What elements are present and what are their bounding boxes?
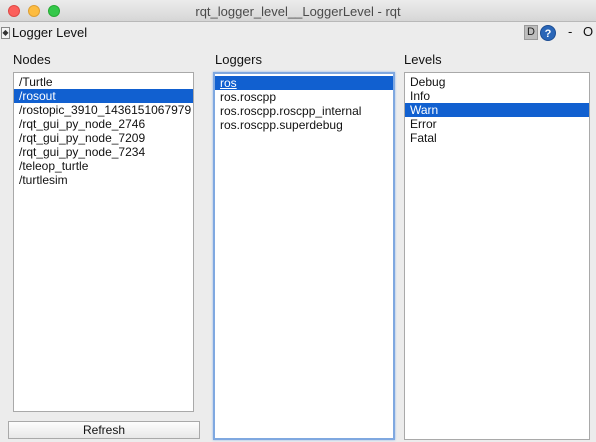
nodes-label: Nodes — [13, 52, 51, 67]
minimize-plugin-button[interactable]: - — [568, 24, 572, 39]
levels-label: Levels — [404, 52, 442, 67]
node-list-item[interactable]: /rqt_gui_py_node_7234 — [14, 145, 193, 159]
level-list-item[interactable]: Error — [405, 117, 589, 131]
window-title: rqt_logger_level__LoggerLevel - rqt — [195, 4, 401, 19]
logger-list-item[interactable]: ros.roscpp.roscpp_internal — [215, 104, 393, 118]
node-list-item[interactable]: /rqt_gui_py_node_2746 — [14, 117, 193, 131]
level-list-item[interactable]: Info — [405, 89, 589, 103]
level-list-item[interactable]: Warn — [405, 103, 589, 117]
logger-list-item[interactable]: ros — [215, 76, 393, 90]
window-titlebar: rqt_logger_level__LoggerLevel - rqt — [0, 0, 596, 22]
plugin-header: ◆ Logger Level D ? - O — [0, 22, 596, 44]
node-list-item[interactable]: /teleop_turtle — [14, 159, 193, 173]
plugin-drag-handle-icon[interactable]: ◆ — [1, 27, 10, 39]
plugin-title: Logger Level — [12, 25, 88, 40]
help-icon[interactable]: ? — [540, 25, 556, 41]
logger-list-item[interactable]: ros.roscpp — [215, 90, 393, 104]
node-list-item[interactable]: /rosout — [14, 89, 193, 103]
node-list-item[interactable]: /rqt_gui_py_node_7209 — [14, 131, 193, 145]
nodes-list[interactable]: /Turtle/rosout/rostopic_3910_14361510679… — [13, 72, 194, 412]
close-plugin-button[interactable]: O — [583, 24, 593, 39]
levels-list[interactable]: Debug Info Warn Error Fatal — [404, 72, 590, 440]
level-list-item[interactable]: Fatal — [405, 131, 589, 145]
node-list-item[interactable]: /rostopic_3910_1436151067979 — [14, 103, 193, 117]
dock-toggle-button[interactable]: D — [524, 25, 538, 40]
refresh-button[interactable]: Refresh — [8, 421, 200, 439]
level-list-item[interactable]: Debug — [405, 75, 589, 89]
loggers-label: Loggers — [215, 52, 262, 67]
logger-list-item[interactable]: ros.roscpp.superdebug — [215, 118, 393, 132]
loggers-list[interactable]: ros ros.roscpp ros.roscpp.roscpp_internal r… — [213, 72, 395, 440]
node-list-item[interactable]: /Turtle — [14, 75, 193, 89]
node-list-item[interactable]: /turtlesim — [14, 173, 193, 187]
